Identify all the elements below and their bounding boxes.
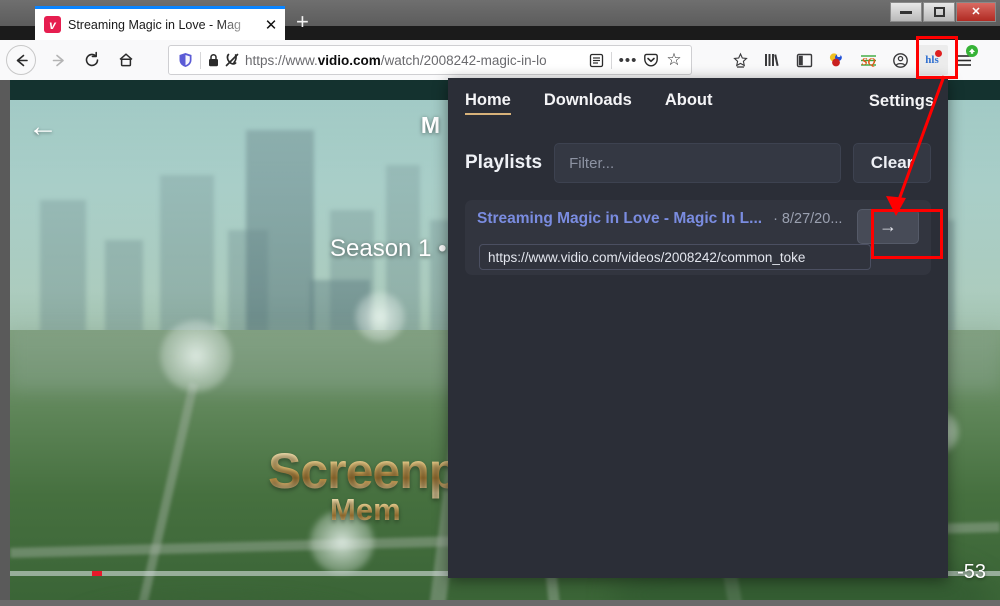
vidio-favicon-icon: v [44, 16, 61, 33]
popup-nav-bar: Home Downloads About Settings [448, 78, 948, 128]
reader-view-icon[interactable] [585, 53, 607, 68]
sidebar-icon[interactable] [788, 45, 820, 75]
account-icon[interactable] [884, 45, 916, 75]
hls-icon-highlight-box [916, 36, 958, 79]
video-progress-played [92, 571, 102, 576]
settings-link[interactable]: Settings [869, 92, 934, 111]
url-path: /watch/2008242-magic-in-lo [380, 52, 547, 68]
screenshot-icon[interactable] [724, 45, 756, 75]
home-icon[interactable] [110, 45, 142, 75]
video-countdown-timer: -53 [957, 561, 986, 583]
tab-about[interactable]: About [665, 91, 713, 115]
url-text[interactable]: https://www.vidio.com/watch/2008242-magi… [241, 53, 585, 68]
playlist-item-title-link[interactable]: Streaming Magic in Love - Magic In L... [477, 210, 762, 228]
go-button-highlight-box [871, 209, 943, 259]
address-divider [200, 51, 201, 69]
screenshot-root: ✕ v Streaming Magic in Love - Mag ✕ + ht… [0, 0, 1000, 606]
page-left-frame [0, 80, 10, 606]
bookmark-star-icon[interactable]: ☆ [662, 50, 686, 70]
tracking-protection-shield-icon[interactable] [174, 52, 196, 68]
hls-downloader-popup: Home Downloads About Settings Playlists … [448, 78, 948, 578]
video-title: M [420, 112, 440, 138]
browser-tab-active[interactable]: v Streaming Magic in Love - Mag ✕ [35, 6, 285, 40]
address-divider-2 [611, 51, 612, 69]
svg-text:SQ: SQ [861, 56, 875, 68]
playlist-item-card: Streaming Magic in Love - Magic In L... … [465, 200, 931, 275]
tab-downloads[interactable]: Downloads [544, 91, 632, 115]
video-back-button[interactable]: ← [28, 112, 58, 142]
address-bar[interactable]: https://www.vidio.com/watch/2008242-magi… [168, 45, 692, 75]
video-subtitle: Season 1 • [330, 235, 447, 262]
tab-title: Streaming Magic in Love - Mag [68, 17, 241, 32]
tab-home[interactable]: Home [465, 91, 511, 115]
padlock-icon[interactable] [205, 53, 222, 68]
navigation-buttons [0, 45, 142, 75]
back-icon[interactable] [6, 45, 36, 75]
url-domain: vidio.com [317, 52, 381, 68]
reload-icon[interactable] [76, 45, 108, 75]
colorzilla-icon[interactable] [820, 45, 852, 75]
pocket-icon[interactable] [640, 52, 662, 68]
page-actions-icon[interactable]: ••• [616, 52, 640, 69]
tab-close-icon[interactable]: ✕ [263, 16, 279, 34]
forward-icon [42, 45, 74, 75]
noscript-icon[interactable] [222, 52, 241, 68]
playlists-toolbar: Playlists Clear [448, 140, 948, 186]
playlist-filter-input[interactable] [554, 143, 841, 183]
video-overlay-subtitle: Mem [330, 492, 401, 527]
playlist-item-url-input[interactable] [479, 244, 871, 270]
library-icon[interactable] [756, 45, 788, 75]
sq-extension-icon[interactable]: SQ [852, 45, 884, 75]
update-available-badge [966, 45, 978, 57]
new-tab-button[interactable]: + [296, 11, 309, 33]
tab-strip: v Streaming Magic in Love - Mag ✕ + [0, 0, 1000, 40]
playlists-label: Playlists [465, 152, 543, 173]
url-prefix: https://www. [245, 52, 318, 68]
playlist-item-date: · 8/27/20... [773, 211, 843, 227]
page-bottom-frame [0, 600, 1000, 606]
clear-button[interactable]: Clear [853, 143, 931, 183]
playlist-item-header: Streaming Magic in Love - Magic In L... … [477, 210, 919, 228]
